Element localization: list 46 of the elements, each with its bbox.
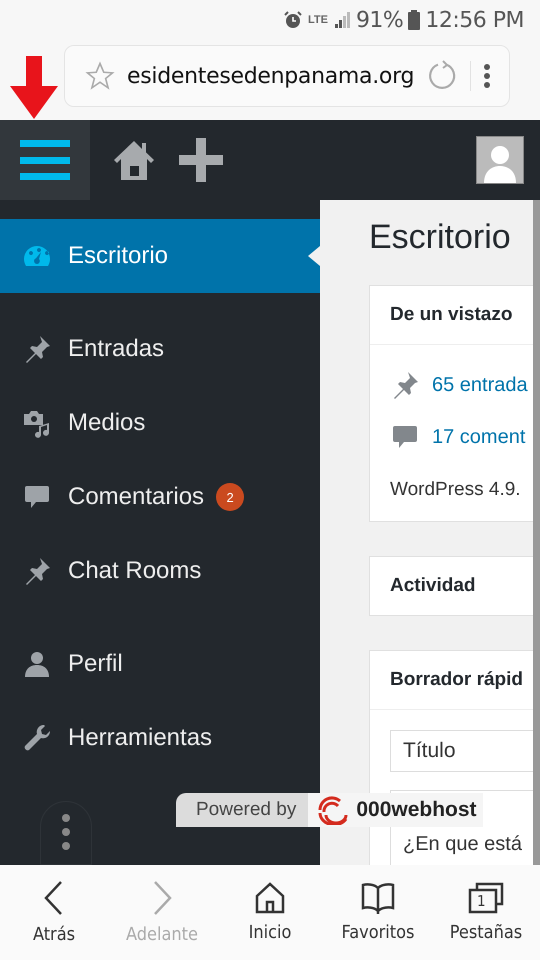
book-icon[interactable] xyxy=(361,882,395,914)
wrench-icon xyxy=(22,723,52,753)
arrow-icon xyxy=(8,56,60,120)
home-icon[interactable] xyxy=(112,138,156,182)
sidebar-item[interactable]: Medios xyxy=(0,386,320,460)
back-icon[interactable] xyxy=(43,880,65,916)
signal-icon xyxy=(332,11,351,29)
more-icon[interactable] xyxy=(61,813,71,853)
count-badge: 2 xyxy=(216,483,244,511)
star-icon[interactable] xyxy=(85,61,115,91)
home-icon[interactable] xyxy=(254,882,286,914)
menu-icon[interactable] xyxy=(20,138,70,182)
menu-button[interactable] xyxy=(0,120,90,200)
version-text: WordPress 4.9. xyxy=(390,479,522,501)
clock: 12:56 PM xyxy=(425,8,524,32)
stat-link[interactable]: 65 entrada xyxy=(432,374,528,396)
sidebar-item[interactable]: Perfil xyxy=(0,627,320,701)
more-icon[interactable] xyxy=(483,63,492,89)
nav-button[interactable]: Inicio xyxy=(220,865,320,960)
nav-button[interactable]: Favoritos xyxy=(328,865,428,960)
page-title: Escritorio xyxy=(369,218,512,257)
nav-button[interactable]: 1 Pestañas xyxy=(436,865,536,960)
title-field[interactable]: Título xyxy=(390,730,533,772)
alarm-icon xyxy=(282,10,303,30)
panel-heading[interactable]: Actividad xyxy=(370,557,533,615)
sidebar-item[interactable]: Entradas xyxy=(0,312,320,386)
sidebar-item[interactable]: Chat Rooms xyxy=(0,534,320,608)
nav-button[interactable]: Atrás xyxy=(4,865,104,960)
tab-count: 1 xyxy=(477,892,486,910)
scrollbar[interactable] xyxy=(533,200,540,865)
sidebar-item[interactable]: Herramientas xyxy=(0,701,320,775)
url-text: esidentesedenpanama.org xyxy=(127,64,414,88)
more-button[interactable] xyxy=(40,801,92,865)
powered-by-toast[interactable]: Powered by 000webhost xyxy=(176,793,483,827)
network-type: LTE xyxy=(308,14,328,26)
address-bar[interactable]: esidentesedenpanama.org xyxy=(64,45,510,107)
sidebar-item[interactable]: Comentarios 2 xyxy=(0,460,320,534)
battery-level: 91% xyxy=(356,8,404,32)
battery-icon xyxy=(408,10,420,30)
stat-link[interactable]: 17 coment xyxy=(432,426,526,448)
avatar[interactable] xyxy=(476,136,524,184)
banner-text: Powered by xyxy=(196,799,296,821)
sidebar-item[interactable]: Escritorio xyxy=(0,219,320,293)
person-icon xyxy=(22,649,52,679)
media-icon xyxy=(22,408,52,438)
add-icon[interactable] xyxy=(178,137,224,183)
